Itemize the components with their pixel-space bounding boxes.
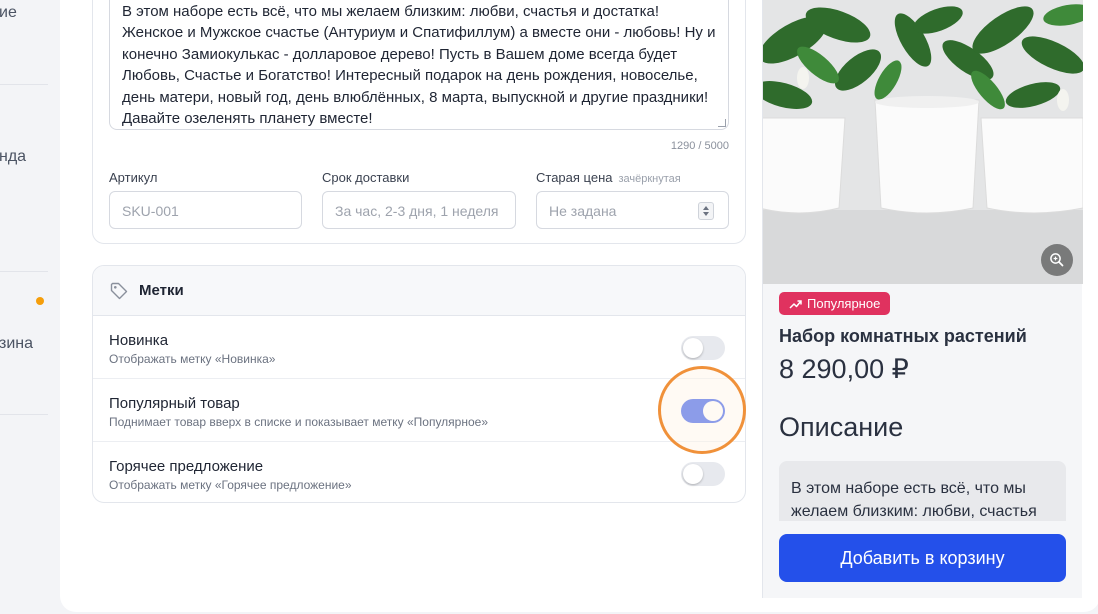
badge-label: Популярное <box>807 296 881 311</box>
delivery-label: Срок доставки <box>322 170 410 185</box>
toggle-knob <box>683 338 703 358</box>
tag-name: Новинка <box>109 332 169 349</box>
sidebar: ие нда зина <box>0 0 60 614</box>
sidebar-divider <box>0 84 48 85</box>
tag-row-new: Новинка Отображать метку «Новинка» <box>93 316 745 379</box>
old-price-label: Старая цена зачёркнутая <box>536 170 681 185</box>
description-textarea[interactable]: В этом наборе есть всё, что мы желаем бл… <box>109 0 729 130</box>
toggle-hot[interactable] <box>681 462 725 486</box>
old-price-label-text: Старая цена <box>536 170 613 185</box>
trending-up-icon <box>789 299 802 309</box>
add-to-cart-button[interactable]: Добавить в корзину <box>779 534 1066 582</box>
old-price-input[interactable]: Не задана <box>536 191 729 229</box>
tags-card: Метки Новинка Отображать метку «Новинка»… <box>92 265 746 503</box>
delivery-input[interactable]: За час, 2-3 дня, 1 неделя <box>322 191 516 229</box>
sidebar-divider <box>0 271 48 272</box>
sku-input[interactable]: SKU-001 <box>109 191 302 229</box>
sidebar-divider <box>0 414 48 415</box>
char-counter: 1290 / 5000 <box>670 140 729 152</box>
tag-row-hot: Горячее предложение Отображать метку «Го… <box>93 442 745 502</box>
product-title: Набор комнатных растений <box>779 326 1027 346</box>
tag-name: Популярный товар <box>109 395 240 412</box>
sidebar-item-3[interactable]: зина <box>0 335 33 353</box>
product-price: 8 290,00 ₽ <box>779 354 909 384</box>
tag-description: Отображать метку «Новинка» <box>109 352 276 366</box>
toggle-knob <box>683 464 703 484</box>
tag-description: Отображать метку «Горячее предложение» <box>109 478 352 492</box>
zoom-button[interactable] <box>1041 244 1073 276</box>
plants-illustration <box>763 0 1083 284</box>
tags-header: Метки <box>93 266 745 316</box>
description-heading: Описание <box>779 412 904 442</box>
number-stepper[interactable] <box>698 202 714 220</box>
tag-name: Горячее предложение <box>109 458 264 475</box>
preview-description: В этом наборе есть всё, что мы желаем бл… <box>779 461 1066 521</box>
resize-handle[interactable] <box>718 119 726 127</box>
old-price-placeholder: Не задана <box>549 203 617 219</box>
zoom-in-icon <box>1050 253 1064 267</box>
notification-dot <box>36 297 44 305</box>
tag-row-popular: Популярный товар Поднимает товар вверх в… <box>93 379 745 442</box>
click-highlight-ring <box>658 366 746 454</box>
sidebar-item-1[interactable]: ие <box>0 4 17 22</box>
old-price-hint: зачёркнутая <box>618 173 681 185</box>
description-text: В этом наборе есть всё, что мы желаем бл… <box>122 3 716 128</box>
popular-badge: Популярное <box>779 292 891 315</box>
tags-title: Метки <box>139 282 184 299</box>
tag-description: Поднимает товар вверх в списке и показыв… <box>109 415 488 429</box>
product-photo[interactable] <box>763 0 1083 284</box>
tag-icon <box>110 282 128 299</box>
sidebar-item-2[interactable]: нда <box>0 148 26 166</box>
toggle-new[interactable] <box>681 336 725 360</box>
sku-label: Артикул <box>109 170 158 185</box>
